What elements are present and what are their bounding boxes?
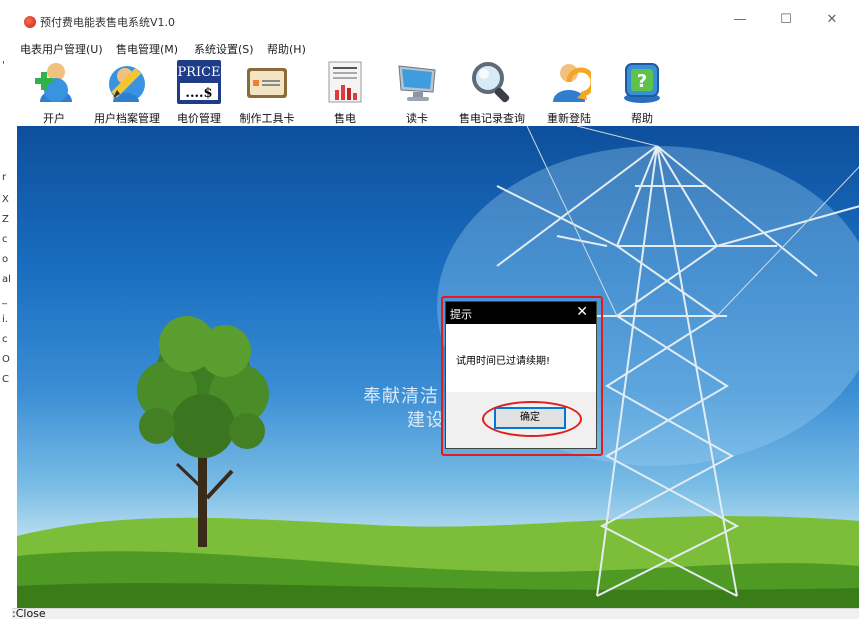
background-char: c xyxy=(2,234,8,245)
monitor-icon xyxy=(398,65,436,101)
main-window: 预付费电能表售电系统V1.0 — ☐ ✕ 电表用户管理(U) 售电管理(M) 系… xyxy=(12,9,859,619)
toolbar-make-tool-card[interactable]: 制作工具卡 xyxy=(234,56,300,126)
toolbar-price-management[interactable]: PRICE ....$ 电价管理 xyxy=(175,56,223,126)
toolbar-open-account[interactable]: 开户 xyxy=(34,56,74,126)
toolbar-label: 帮助 xyxy=(631,112,653,125)
app-logo-icon xyxy=(24,16,36,28)
background-char: al xyxy=(2,274,11,285)
magnifier-icon xyxy=(472,62,510,103)
title-bar[interactable]: 预付费电能表售电系统V1.0 — ☐ ✕ xyxy=(12,9,859,33)
toolbar-read-card[interactable]: 读卡 xyxy=(397,56,437,126)
toolbar: 开户 用户档案管理 PRICE ....$ 电价管理 制作工具卡 售电 读卡 售… xyxy=(12,56,859,126)
background-char: ' xyxy=(2,60,5,71)
slogan-line-2: 建设 xyxy=(407,410,445,431)
minimize-button[interactable]: — xyxy=(717,9,763,33)
price-icon-top-text: PRICE xyxy=(177,65,220,80)
toolbar-label: 读卡 xyxy=(406,112,428,125)
price-icon: PRICE ....$ xyxy=(177,60,221,104)
user-add-icon xyxy=(35,63,72,102)
highlight-oval xyxy=(482,401,582,437)
toolbar-label: 电价管理 xyxy=(177,112,221,125)
background-window-edge: ' r X Z c o al _ i. c O C xyxy=(0,0,12,619)
slogan-line-1: 奉献清洁 xyxy=(363,386,439,407)
status-text: :Close xyxy=(12,607,46,619)
landscape-illustration xyxy=(17,126,859,608)
toolbar-user-records[interactable]: 用户档案管理 xyxy=(90,56,164,126)
screen: ' r X Z c o al _ i. c O C 预付费电能表售电系统V1.0… xyxy=(0,0,859,619)
maximize-button[interactable]: ☐ xyxy=(763,9,809,33)
menu-help[interactable]: 帮助(H) xyxy=(267,41,306,57)
user-relogin-icon xyxy=(553,64,591,102)
background-image: 奉献清洁 建设 xyxy=(17,126,859,608)
menu-bar: 电表用户管理(U) 售电管理(M) 系统设置(S) 帮助(H) xyxy=(12,36,859,56)
menu-system-settings[interactable]: 系统设置(S) xyxy=(194,41,254,57)
card-icon xyxy=(247,68,287,98)
toolbar-sell-electricity[interactable]: 售电 xyxy=(325,56,365,126)
help-icon: ? xyxy=(624,63,660,103)
toolbar-label: 重新登陆 xyxy=(547,112,591,125)
background-char: O xyxy=(2,354,10,365)
toolbar-label: 售电记录查询 xyxy=(459,112,525,125)
user-edit-icon xyxy=(109,66,145,102)
background-char: C xyxy=(2,374,9,385)
toolbar-help[interactable]: ? 帮助 xyxy=(622,56,662,126)
menu-sales-management[interactable]: 售电管理(M) xyxy=(116,41,178,57)
background-char: o xyxy=(2,254,9,265)
menu-user-management[interactable]: 电表用户管理(U) xyxy=(20,41,103,57)
status-bar: :Close xyxy=(12,607,859,619)
toolbar-label: 售电 xyxy=(334,112,356,125)
toolbar-label: 开户 xyxy=(43,112,65,125)
price-icon-bottom-text: ....$ xyxy=(185,86,212,101)
background-char: r xyxy=(2,172,7,183)
background-char: i. xyxy=(2,314,8,325)
close-window-button[interactable]: ✕ xyxy=(809,9,855,33)
svg-text:?: ? xyxy=(637,71,647,92)
background-char: c xyxy=(2,334,8,345)
background-char: X xyxy=(2,194,9,205)
toolbar-sales-record-query[interactable]: 售电记录查询 xyxy=(455,56,529,126)
sell-document-icon xyxy=(328,61,362,103)
toolbar-relogin[interactable]: 重新登陆 xyxy=(542,56,596,126)
background-char: Z xyxy=(2,214,9,225)
background-char: _ xyxy=(2,294,7,305)
toolbar-label: 制作工具卡 xyxy=(239,112,295,125)
window-title: 预付费电能表售电系统V1.0 xyxy=(40,16,176,29)
toolbar-label: 用户档案管理 xyxy=(94,112,160,125)
